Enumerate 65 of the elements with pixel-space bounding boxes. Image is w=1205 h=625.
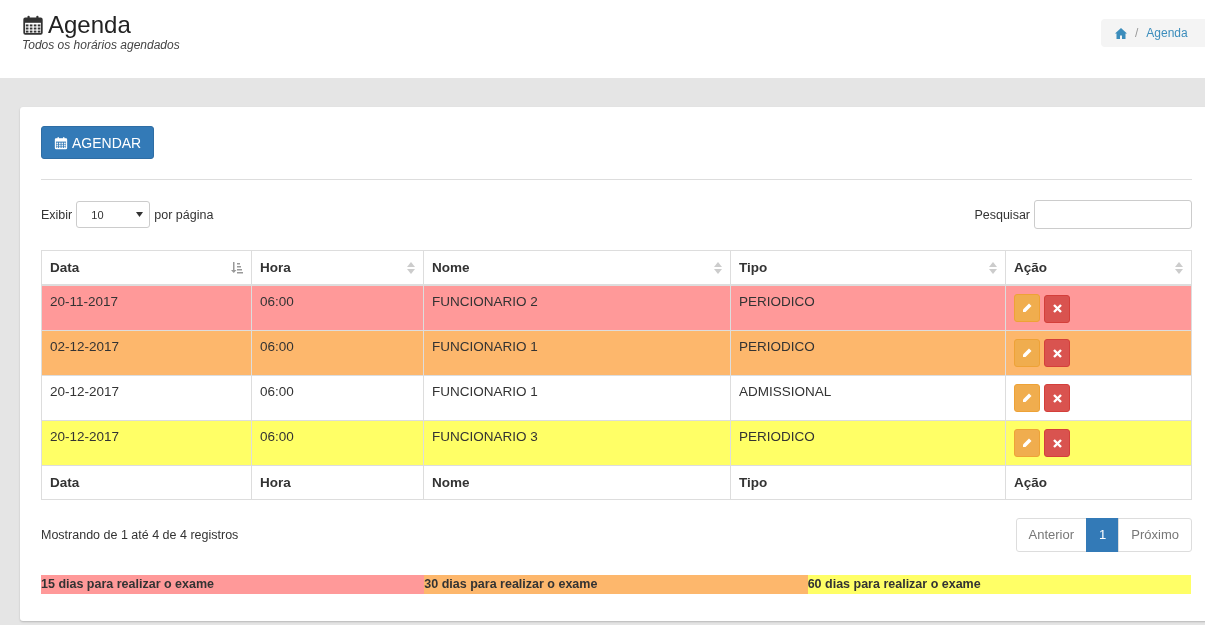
delete-button[interactable] <box>1044 339 1070 367</box>
sort-icon[interactable] <box>714 261 722 274</box>
column-footer: Nome <box>423 465 731 499</box>
sort-icon[interactable] <box>407 261 415 274</box>
column-header[interactable]: Data <box>41 250 252 285</box>
table-cell: 06:00 <box>251 330 424 375</box>
table-cell: 20-12-2017 <box>41 420 252 465</box>
sort-ascending-icon[interactable] <box>231 261 243 274</box>
column-header[interactable]: Hora <box>251 250 424 285</box>
close-icon <box>1052 438 1062 448</box>
edit-button[interactable] <box>1014 428 1040 457</box>
table-cell: PERIODICO <box>730 420 1006 465</box>
page-subtitle: Todos os horários agendados <box>22 38 180 52</box>
column-footer: Ação <box>1005 465 1192 499</box>
edit-button[interactable] <box>1014 383 1040 412</box>
table-cell: PERIODICO <box>730 330 1006 375</box>
edit-button[interactable] <box>1014 294 1040 322</box>
table-cell: 06:00 <box>251 285 424 330</box>
delete-button[interactable] <box>1044 384 1070 412</box>
column-header[interactable]: Ação <box>1005 250 1192 285</box>
column-footer: Data <box>41 465 252 499</box>
schedule-button[interactable]: AGENDAR <box>41 126 155 159</box>
legend-item: 15 dias para realizar o exame <box>41 574 425 594</box>
table-cell: 06:00 <box>251 375 424 420</box>
sort-icon[interactable] <box>1175 261 1183 274</box>
home-icon[interactable] <box>1115 27 1127 39</box>
close-icon <box>1052 304 1062 313</box>
legend-item: 60 dias para realizar o exame <box>807 574 1191 594</box>
pencil-icon <box>1022 392 1032 403</box>
table-cell: 02-12-2017 <box>41 330 252 375</box>
delete-button[interactable] <box>1044 294 1070 323</box>
column-header[interactable]: Nome <box>423 250 731 285</box>
table-cell: FUNCIONARIO 1 <box>423 330 731 375</box>
table-cell: ADMISSIONAL <box>730 375 1006 420</box>
caret-icon <box>136 212 144 217</box>
breadcrumb-separator: / <box>1135 26 1139 40</box>
close-icon <box>1052 393 1062 403</box>
table-cell: FUNCIONARIO 1 <box>423 375 731 420</box>
records-info: Mostrando de 1 até 4 de 4 registros <box>41 527 239 542</box>
table-cell: FUNCIONARIO 2 <box>423 285 731 330</box>
table-cell: 20-12-2017 <box>41 375 252 420</box>
calendar-icon <box>54 135 68 150</box>
pencil-icon <box>1022 347 1032 358</box>
pencil-icon <box>1022 303 1032 313</box>
search-field[interactable] <box>1034 200 1192 229</box>
table-cell: FUNCIONARIO 3 <box>423 420 731 465</box>
close-icon <box>1052 348 1062 358</box>
legend-item: 30 dias para realizar o exame <box>424 574 808 594</box>
column-header[interactable]: Tipo <box>730 250 1006 285</box>
delete-button[interactable] <box>1044 429 1070 457</box>
edit-button[interactable] <box>1014 338 1040 367</box>
per-page-label: por página <box>154 207 214 222</box>
table-cell: PERIODICO <box>730 285 1006 330</box>
page-link[interactable]: 1 <box>1086 517 1120 552</box>
calendar-icon <box>22 14 44 36</box>
table-cell: 06:00 <box>251 420 424 465</box>
column-footer: Tipo <box>730 465 1006 499</box>
page-size-select[interactable]: 10 <box>76 201 151 228</box>
pencil-icon <box>1022 437 1032 448</box>
page-title: Agenda <box>48 12 131 38</box>
show-label: Exibir <box>41 207 73 222</box>
search-label: Pesquisar <box>974 207 1030 222</box>
table-cell: 20-11-2017 <box>41 285 252 330</box>
column-footer: Hora <box>251 465 424 499</box>
sort-icon[interactable] <box>989 261 997 274</box>
